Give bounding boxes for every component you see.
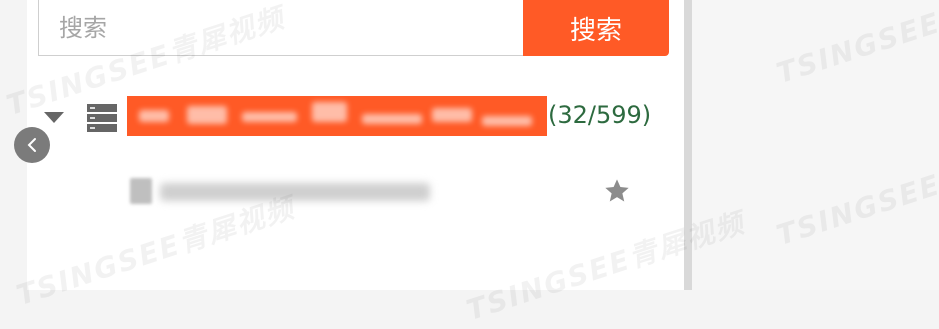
star-icon[interactable]: [603, 177, 631, 205]
expand-caret-icon[interactable]: [44, 112, 64, 123]
device-channel-count: (32/599): [548, 101, 652, 129]
search-button-label: 搜索: [569, 15, 622, 46]
device-name-redacted[interactable]: [127, 96, 547, 136]
collapse-panel-button[interactable]: [14, 127, 50, 163]
panel-divider[interactable]: [684, 0, 692, 290]
search-button[interactable]: 搜索: [523, 0, 669, 56]
channel-item[interactable]: [130, 178, 430, 206]
channel-name-redacted: [160, 183, 430, 201]
video-area: [692, 0, 939, 290]
chevron-left-icon: [27, 138, 36, 152]
search-field[interactable]: [38, 0, 523, 56]
server-icon: [87, 104, 117, 132]
camera-icon: [130, 178, 152, 204]
search-input[interactable]: [39, 0, 523, 55]
